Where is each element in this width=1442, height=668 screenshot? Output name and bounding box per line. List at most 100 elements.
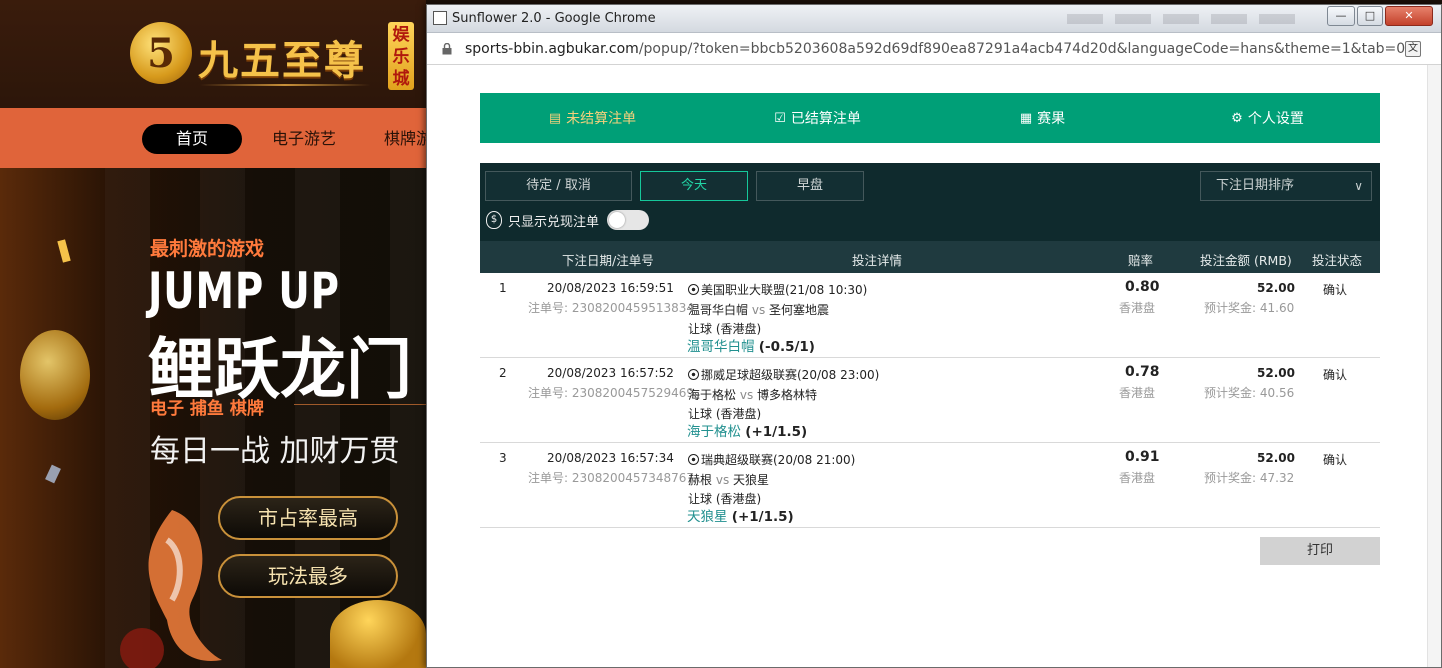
bet-datetime: 20/08/2023 16:57:34 — [547, 451, 674, 465]
tab-settings[interactable]: ⚙ 个人设置 — [1155, 93, 1380, 143]
window-title: Sunflower 2.0 - Google Chrome — [452, 11, 656, 26]
koi-fish-image — [120, 510, 222, 668]
header-odds: 赔率 — [1128, 253, 1154, 268]
banner-kicker: 最刺激的游戏 — [150, 238, 265, 260]
sort-dropdown[interactable]: 下注日期排序 ∨ — [1200, 171, 1372, 201]
bet-table-body: 1 20/08/2023 16:59:51 注单号: 2308200459513… — [480, 273, 1380, 528]
league-name: 瑞典超级联赛(20/08 21:00) — [688, 451, 855, 468]
most-games-button[interactable]: 玩法最多 — [218, 554, 398, 598]
header-status: 投注状态 — [1312, 253, 1363, 268]
url-text[interactable]: sports-bbin.agbukar.com/popup/?token=bbc… — [465, 41, 1405, 57]
url-host: sports-bbin.agbukar.com — [465, 41, 639, 57]
minimize-button[interactable]: — — [1327, 6, 1355, 26]
bet-number: 注单号: 2308200457348767 — [528, 471, 695, 485]
blurred-taskbar-text — [1067, 14, 1307, 24]
chevron-down-icon: ∨ — [1354, 179, 1363, 193]
chrome-window: Sunflower 2.0 - Google Chrome — □ ✕ spor… — [426, 4, 1442, 668]
nav-home[interactable]: 首页 — [142, 124, 242, 154]
odds-value: 0.78 — [1125, 364, 1160, 380]
header-bet-detail: 投注详情 — [852, 253, 903, 268]
table-row: 3 20/08/2023 16:57:34 注单号: 2308200457348… — [480, 443, 1380, 528]
soccer-ball-icon — [688, 369, 699, 380]
gold-coin-image — [330, 600, 426, 668]
banner-title-en: JUMP UP — [148, 262, 340, 320]
bet-datetime: 20/08/2023 16:57:52 — [547, 366, 674, 380]
filter-bar: 待定 / 取消 今天 早盘 下注日期排序 ∨ $ 只显示兑现注单 — [480, 163, 1380, 241]
row-index: 3 — [499, 451, 507, 465]
expected-payout: 预计奖金: 41.60 — [1204, 301, 1295, 315]
bet-number: 注单号: 2308200459513834 — [528, 301, 695, 315]
match-teams: 赫根 vs 天狼星 — [688, 473, 770, 487]
close-button[interactable]: ✕ — [1385, 6, 1433, 26]
stake-amount: 52.00 — [1257, 366, 1295, 380]
window-titlebar[interactable]: Sunflower 2.0 - Google Chrome — □ ✕ — [427, 5, 1441, 33]
window-scrollbar[interactable] — [1427, 65, 1441, 667]
money-bag-icon: $ — [486, 211, 502, 229]
bet-selection: 海于格松 (+1/1.5) — [687, 424, 808, 440]
maximize-button[interactable]: □ — [1357, 6, 1383, 26]
table-header: 下注日期/注单号 投注详情 赔率 投注金额 (RMB) 投注状态 — [480, 241, 1380, 273]
bet-datetime: 20/08/2023 16:59:51 — [547, 281, 674, 295]
lock-icon — [442, 43, 452, 55]
cashout-filter: $ 只显示兑现注单 — [486, 208, 650, 232]
site-logo-badge: 娱乐城 — [388, 22, 414, 90]
print-button[interactable]: 打印 — [1260, 537, 1380, 565]
expected-payout: 预计奖金: 40.56 — [1204, 386, 1295, 400]
bet-status: 确认 — [1323, 368, 1348, 382]
tab-bar: ▤ 未结算注单 ☑ 已结算注单 ▦ 赛果 ⚙ 个人设置 — [480, 93, 1380, 143]
filter-early-market[interactable]: 早盘 — [756, 171, 864, 201]
row-index: 2 — [499, 366, 507, 380]
tab-label: 赛果 — [1037, 111, 1066, 127]
match-teams: 海于格松 vs 博多格林特 — [688, 388, 818, 402]
toggle-knob — [609, 212, 626, 228]
background-website: 5 九五至尊 娱乐城 首页 电子游艺 棋牌游 最刺激的游戏 JUMP UP 鲤跃… — [0, 0, 426, 668]
match-teams: 温哥华白帽 vs 圣何塞地震 — [688, 303, 830, 317]
site-nav: 首页 电子游艺 棋牌游 — [0, 108, 426, 168]
tab-label: 已结算注单 — [790, 111, 861, 127]
expected-payout: 预计奖金: 47.32 — [1204, 471, 1295, 485]
address-bar[interactable]: sports-bbin.agbukar.com/popup/?token=bbc… — [427, 33, 1441, 65]
banner-slogan: 每日一战 加财万贯 — [150, 434, 400, 469]
filter-today[interactable]: 今天 — [640, 171, 748, 201]
soccer-ball-icon — [688, 454, 699, 465]
bet-selection: 温哥华白帽 (-0.5/1) — [687, 339, 815, 355]
odds-value: 0.80 — [1125, 279, 1160, 295]
tab-settled[interactable]: ☑ 已结算注单 — [705, 93, 930, 143]
tab-label: 个人设置 — [1247, 111, 1304, 127]
odds-type: 香港盘 — [1119, 386, 1156, 400]
gear-icon: ⚙ — [1231, 110, 1243, 126]
banner-divider — [294, 404, 426, 405]
checklist-icon: ☑ — [774, 110, 786, 126]
list-icon: ▤ — [548, 110, 562, 126]
tab-results[interactable]: ▦ 赛果 — [930, 93, 1155, 143]
header-date-betno: 下注日期/注单号 — [562, 253, 654, 268]
sort-selected-value: 下注日期排序 — [1216, 178, 1295, 193]
scoreboard-icon: ▦ — [1019, 110, 1033, 126]
row-index: 1 — [499, 281, 507, 295]
cashout-toggle[interactable] — [607, 210, 650, 230]
site-header: 5 九五至尊 娱乐城 — [0, 0, 426, 108]
app-icon — [433, 11, 447, 25]
translate-icon[interactable]: 文 — [1405, 41, 1421, 57]
table-row: 1 20/08/2023 16:59:51 注单号: 2308200459513… — [480, 273, 1380, 358]
banner-categories: 电子 捕鱼 棋牌 — [150, 399, 264, 419]
header-stake: 投注金额 (RMB) — [1200, 253, 1292, 268]
odds-type: 香港盘 — [1119, 301, 1156, 315]
odds-value: 0.91 — [1125, 449, 1160, 465]
bet-number: 注单号: 2308200457529469 — [528, 386, 695, 400]
bet-selection: 天狼星 (+1/1.5) — [687, 509, 794, 525]
bet-status: 确认 — [1323, 283, 1348, 297]
nav-board-games[interactable]: 棋牌游 — [384, 124, 426, 154]
site-logo-emblem: 5 — [130, 22, 192, 84]
nav-slots[interactable]: 电子游艺 — [272, 124, 336, 154]
url-path: /popup/?token=bbcb5203608a592d69df890ea8… — [638, 41, 1406, 57]
league-name: 挪威足球超级联赛(20/08 23:00) — [688, 366, 879, 383]
logo-ornament — [200, 84, 370, 86]
stake-amount: 52.00 — [1257, 281, 1295, 295]
tab-unsettled[interactable]: ▤ 未结算注单 — [480, 93, 705, 143]
filter-pending-cancelled[interactable]: 待定 / 取消 — [485, 171, 632, 201]
league-name: 美国职业大联盟(21/08 10:30) — [688, 281, 867, 298]
market-share-button[interactable]: 市占率最高 — [218, 496, 398, 540]
soccer-ball-icon — [688, 284, 699, 295]
bet-status: 确认 — [1323, 453, 1348, 467]
